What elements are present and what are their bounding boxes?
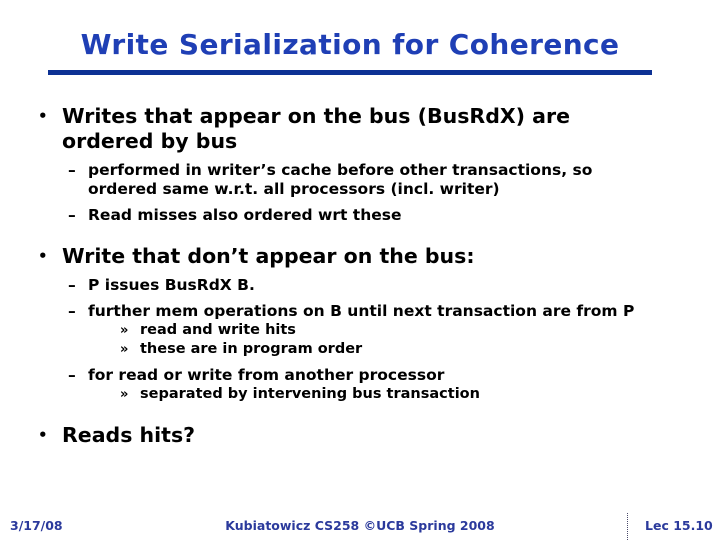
bullet-item-level-3: » these are in program order bbox=[0, 340, 720, 359]
bullet-text: Write that don’t appear on the bus: bbox=[62, 244, 475, 268]
bullet-item-level-1: • Reads hits? bbox=[0, 423, 720, 448]
bullet-marker-icon: – bbox=[68, 276, 76, 294]
bullet-marker-icon: • bbox=[38, 107, 48, 125]
bullet-marker-icon: – bbox=[68, 206, 76, 224]
slide-body: • Writes that appear on the bus (BusRdX) … bbox=[0, 104, 720, 448]
bullet-text: further mem operations on B until next t… bbox=[88, 302, 635, 320]
bullet-text: for read or write from another processor bbox=[88, 366, 445, 384]
bullet-item-level-3: » read and write hits bbox=[0, 321, 720, 340]
bullet-text: Read misses also ordered wrt these bbox=[88, 206, 402, 224]
bullet-text: P issues BusRdX B. bbox=[88, 276, 255, 294]
footer-lecture-number: Lec 15.10 bbox=[645, 518, 713, 533]
bullet-marker-icon: • bbox=[38, 247, 48, 265]
bullet-item-level-1: • Writes that appear on the bus (BusRdX) … bbox=[0, 104, 720, 154]
bullet-item-level-2: – P issues BusRdX B. bbox=[0, 276, 720, 295]
bullet-text: separated by intervening bus transaction bbox=[140, 386, 480, 402]
footer-attribution: Kubiatowicz CS258 ©UCB Spring 2008 bbox=[225, 518, 495, 533]
bullet-text: read and write hits bbox=[140, 322, 296, 338]
bullet-marker-icon: » bbox=[120, 387, 129, 402]
bullet-text: Reads hits? bbox=[62, 423, 196, 447]
page-title: Write Serialization for Coherence bbox=[80, 28, 620, 61]
bullet-marker-icon: • bbox=[38, 426, 48, 444]
bullet-marker-icon: – bbox=[68, 161, 76, 179]
bullet-text: these are in program order bbox=[140, 341, 363, 357]
bullet-item-level-2: – performed in writer’s cache before othe… bbox=[0, 161, 720, 199]
bullet-item-level-2: – further mem operations on B until next … bbox=[0, 302, 720, 321]
bullet-marker-icon: » bbox=[120, 342, 129, 357]
bullet-item-level-2: – for read or write from another processo… bbox=[0, 366, 720, 385]
bullet-item-level-2: – Read misses also ordered wrt these bbox=[0, 206, 720, 225]
title-underline-rule bbox=[48, 70, 652, 75]
bullet-text: Writes that appear on the bus (BusRdX) a… bbox=[62, 104, 571, 153]
bullet-marker-icon: – bbox=[68, 302, 76, 320]
bullet-text: performed in writer’s cache before other… bbox=[88, 161, 593, 198]
footer-divider bbox=[627, 513, 628, 540]
bullet-item-level-1: • Write that don’t appear on the bus: bbox=[0, 244, 720, 269]
bullet-item-level-3: » separated by intervening bus transactio… bbox=[0, 385, 720, 404]
bullet-marker-icon: » bbox=[120, 323, 129, 338]
bullet-marker-icon: – bbox=[68, 366, 76, 384]
footer: 3/17/08 Kubiatowicz CS258 ©UCB Spring 20… bbox=[0, 513, 720, 540]
